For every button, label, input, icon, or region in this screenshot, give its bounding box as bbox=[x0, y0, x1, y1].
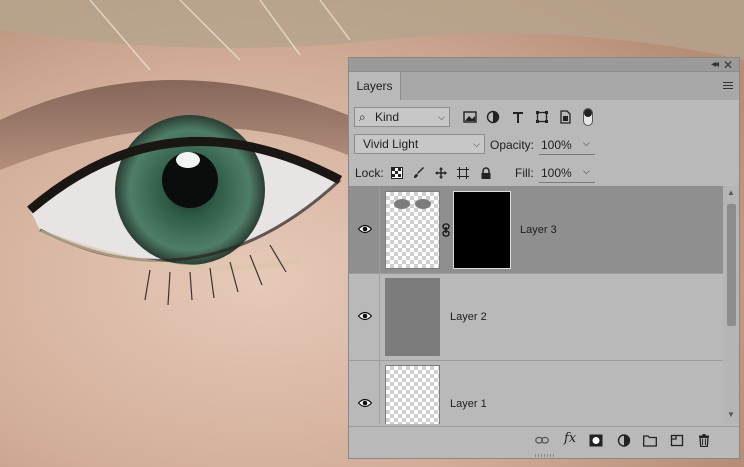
adjustment-filter-icon[interactable] bbox=[486, 110, 500, 124]
layer-name[interactable]: Layer 2 bbox=[450, 311, 487, 323]
resize-grip[interactable] bbox=[535, 454, 555, 457]
scroll-up-icon[interactable]: ▲ bbox=[727, 188, 735, 197]
layer-mask-thumbnail[interactable] bbox=[453, 191, 511, 269]
adjustment-layer-icon[interactable] bbox=[617, 434, 631, 447]
delete-icon[interactable] bbox=[697, 434, 711, 447]
panel-tab-bar: Layers bbox=[349, 72, 739, 100]
blend-row: Vivid Light ⌵ Opacity: 100% ⌵ bbox=[349, 132, 739, 156]
lock-all-icon[interactable] bbox=[480, 167, 492, 179]
chevron-down-icon: ⌵ bbox=[473, 139, 480, 149]
type-filter-icon[interactable] bbox=[511, 110, 525, 124]
layer-name[interactable]: Layer 1 bbox=[450, 398, 487, 410]
smart-object-filter-icon[interactable] bbox=[558, 110, 572, 124]
lock-artboard-icon[interactable] bbox=[457, 167, 469, 179]
blend-mode-value: Vivid Light bbox=[363, 137, 419, 151]
fill-input[interactable]: 100% bbox=[541, 166, 572, 180]
lock-transparent-icon[interactable] bbox=[391, 167, 403, 179]
chevron-down-icon[interactable]: ⌵ bbox=[583, 166, 590, 177]
fill-label: Fill: bbox=[515, 166, 534, 180]
layer-thumbnail[interactable] bbox=[385, 365, 440, 424]
new-layer-icon[interactable] bbox=[670, 434, 684, 447]
layer-row-layer-3[interactable]: Layer 3 bbox=[349, 187, 723, 274]
layer-thumbnail[interactable] bbox=[385, 191, 440, 269]
opacity-underline bbox=[539, 154, 595, 155]
tab-layers[interactable]: Layers bbox=[349, 72, 401, 100]
eye-icon[interactable] bbox=[358, 398, 372, 408]
layer-row-layer-1[interactable]: Layer 1 bbox=[349, 361, 723, 424]
panel-menu-icon[interactable] bbox=[723, 82, 733, 91]
visibility-column-divider bbox=[379, 274, 380, 360]
layers-scrollbar[interactable]: ▲ ▼ bbox=[723, 186, 739, 424]
layer-row-layer-2[interactable]: Layer 2 bbox=[349, 274, 723, 361]
shape-filter-icon[interactable] bbox=[535, 110, 549, 124]
group-folder-icon[interactable] bbox=[643, 434, 657, 447]
filter-toggle-icon[interactable] bbox=[583, 108, 593, 126]
visibility-column-divider bbox=[379, 361, 380, 424]
lock-position-icon[interactable] bbox=[435, 167, 447, 179]
scroll-thumb[interactable] bbox=[727, 204, 736, 326]
chevron-down-icon: ⌵ bbox=[438, 112, 445, 122]
eye-icon[interactable] bbox=[358, 224, 372, 234]
kind-filter-select[interactable]: ⌕ Kind ⌵ bbox=[354, 107, 450, 127]
fx-icon[interactable]: fx bbox=[564, 431, 582, 446]
pixel-filter-icon[interactable] bbox=[463, 110, 477, 124]
opacity-label: Opacity: bbox=[490, 138, 535, 152]
blend-mode-select[interactable]: Vivid Light ⌵ bbox=[354, 134, 485, 154]
collapse-icon[interactable]: ◂◂ bbox=[711, 59, 719, 70]
search-icon: ⌕ bbox=[359, 110, 366, 124]
layers-bottom-toolbar: fx bbox=[349, 426, 739, 453]
fill-underline bbox=[539, 182, 595, 183]
kind-label: Kind bbox=[375, 110, 400, 124]
layer-thumbnail[interactable] bbox=[385, 278, 440, 356]
add-mask-icon[interactable] bbox=[589, 434, 603, 447]
scroll-down-icon[interactable]: ▼ bbox=[727, 410, 735, 419]
visibility-column-divider bbox=[379, 187, 380, 273]
layer-name[interactable]: Layer 3 bbox=[520, 224, 557, 236]
link-layers-icon[interactable] bbox=[535, 434, 549, 447]
opacity-input[interactable]: 100% bbox=[541, 138, 572, 152]
layers-list: Layer 3 Layer 2 Layer 1 bbox=[349, 186, 723, 424]
lock-label: Lock: bbox=[355, 166, 384, 180]
layers-panel: ◂◂ ✕ Layers ⌕ Kind ⌵ Vivid Light ⌵ Opaci… bbox=[348, 57, 740, 459]
lock-image-icon[interactable] bbox=[413, 167, 425, 179]
eye-icon[interactable] bbox=[358, 311, 372, 321]
chevron-down-icon[interactable]: ⌵ bbox=[583, 138, 590, 149]
close-icon[interactable]: ✕ bbox=[723, 58, 733, 72]
panel-header-strip: ◂◂ ✕ bbox=[349, 58, 739, 72]
lock-row: Lock: Fill: 100% ⌵ bbox=[349, 160, 739, 184]
mask-link-icon[interactable] bbox=[442, 223, 450, 237]
filter-row: ⌕ Kind ⌵ bbox=[349, 104, 739, 128]
